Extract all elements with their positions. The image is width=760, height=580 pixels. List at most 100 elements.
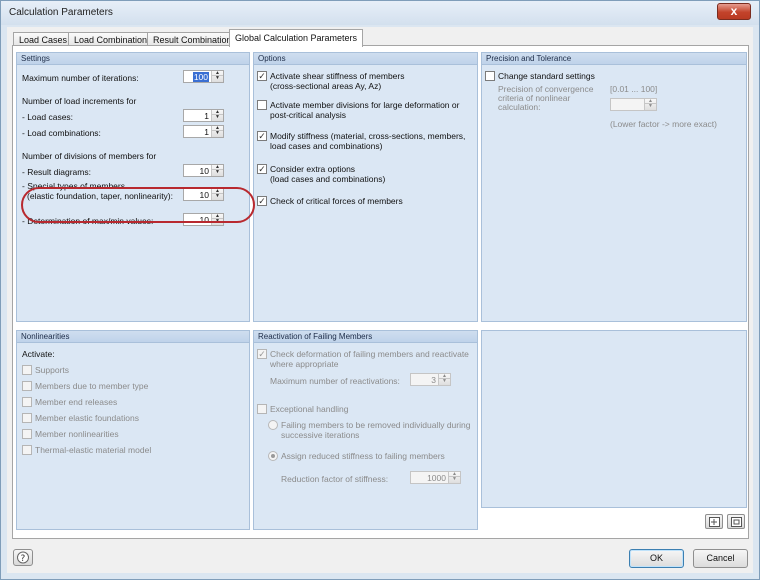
precision-range: [0.01 ... 100] <box>610 84 658 94</box>
precision-hint: (Lower factor -> more exact) <box>610 119 717 129</box>
extra-options-sublabel: (load cases and combinations) <box>270 174 386 184</box>
spin-down-icon[interactable]: ▼ <box>212 219 223 224</box>
spin-down-icon[interactable]: ▼ <box>449 477 460 482</box>
critical-forces-checkbox[interactable]: ✓ <box>257 196 267 206</box>
reactivation-panel: Reactivation of Failing Members ✓ Check … <box>253 330 478 530</box>
thermal-elastic-checkbox[interactable] <box>22 445 32 455</box>
load-cases-value: 1 <box>204 111 209 121</box>
maxmin-value: 10 <box>199 215 209 225</box>
import-icon <box>709 517 720 527</box>
member-divisions-checkbox[interactable] <box>257 100 267 110</box>
member-nonlinearities-label: Member nonlinearities <box>35 429 119 439</box>
reduction-factor-label: Reduction factor of stiffness: <box>281 474 389 484</box>
dialog-client: Load Cases Load Combinations Result Comb… <box>7 27 753 573</box>
precision-header: Precision and Tolerance <box>482 53 746 65</box>
special-types-sublabel: (elastic foundation, taper, nonlinearity… <box>27 191 174 201</box>
modify-stiffness-sublabel: load cases and combinations) <box>270 141 383 151</box>
spin-down-icon[interactable]: ▼ <box>439 379 450 384</box>
reduced-stiffness-radio[interactable] <box>268 451 278 461</box>
reduction-factor-value: 1000 <box>427 473 446 483</box>
title-bar[interactable]: Calculation Parameters x <box>1 1 759 25</box>
close-icon: x <box>730 4 738 18</box>
nonlinearities-panel: Nonlinearities Activate: Supports Member… <box>16 330 250 530</box>
spin-down-icon[interactable]: ▼ <box>212 115 223 120</box>
spin-down-icon[interactable]: ▼ <box>212 194 223 199</box>
member-divisions-label: Activate member divisions for large defo… <box>270 100 460 110</box>
change-standard-settings-checkbox[interactable] <box>485 71 495 81</box>
change-standard-settings-label: Change standard settings <box>498 71 595 81</box>
options-panel: Options ✓ Activate shear stiffness of me… <box>253 52 478 322</box>
max-reactivations-label: Maximum number of reactivations: <box>270 376 400 386</box>
svg-text:?: ? <box>21 554 26 564</box>
spin-down-icon[interactable]: ▼ <box>212 170 223 175</box>
activate-label: Activate: <box>22 349 55 359</box>
remove-individually-radio[interactable] <box>268 420 278 430</box>
close-button[interactable]: x <box>717 3 751 20</box>
spin-down-icon[interactable]: ▼ <box>212 76 223 81</box>
calculation-parameters-dialog: Calculation Parameters x Load Cases Load… <box>0 0 760 580</box>
check-deformation-checkbox[interactable]: ✓ <box>257 349 267 359</box>
supports-checkbox[interactable] <box>22 365 32 375</box>
help-button[interactable]: ? <box>13 549 33 566</box>
empty-info-panel <box>481 330 747 508</box>
shear-stiffness-sublabel: (cross-sectional areas Ay, Az) <box>270 81 382 91</box>
maxmin-spinner[interactable]: 10 ▲ ▼ <box>183 213 224 226</box>
max-iterations-value: 100 <box>192 72 209 82</box>
load-cases-spinner[interactable]: 1 ▲ ▼ <box>183 109 224 122</box>
critical-forces-label: Check of critical forces of members <box>270 196 403 206</box>
result-diagrams-label: - Result diagrams: <box>22 167 91 177</box>
exceptional-handling-checkbox[interactable] <box>257 404 267 414</box>
tab-panel: Settings Maximum number of iterations: 1… <box>12 45 749 539</box>
precision-panel: Precision and Tolerance Change standard … <box>481 52 747 322</box>
convergence-criteria-label-3: calculation: <box>498 102 541 112</box>
tab-global-calculation-parameters[interactable]: Global Calculation Parameters <box>229 29 364 47</box>
divisions-heading: Number of divisions of members for <box>22 151 157 161</box>
modify-stiffness-checkbox[interactable]: ✓ <box>257 131 267 141</box>
check-deformation-sublabel: where appropriate <box>270 359 339 369</box>
result-diagrams-spinner[interactable]: 10 ▲ ▼ <box>183 164 224 177</box>
exceptional-handling-label: Exceptional handling <box>270 404 349 414</box>
load-combinations-value: 1 <box>204 127 209 137</box>
precision-spinner[interactable]: ▲ ▼ <box>610 98 657 111</box>
maxmin-label: - Determination of max/min values: <box>22 216 154 226</box>
member-type-checkbox[interactable] <box>22 381 32 391</box>
end-releases-label: Member end releases <box>35 397 118 407</box>
remove-individually-label: Failing members to be removed individual… <box>281 420 471 430</box>
elastic-foundations-label: Member elastic foundations <box>35 413 139 423</box>
reduction-factor-spinner[interactable]: 1000 ▲ ▼ <box>410 471 461 484</box>
member-type-label: Members due to member type <box>35 381 149 391</box>
special-types-spinner[interactable]: 10 ▲ ▼ <box>183 188 224 201</box>
remove-individually-sublabel: successive iterations <box>281 430 360 440</box>
end-releases-checkbox[interactable] <box>22 397 32 407</box>
supports-label: Supports <box>35 365 70 375</box>
nonlinearities-header: Nonlinearities <box>17 331 249 343</box>
spin-down-icon[interactable]: ▼ <box>212 131 223 136</box>
special-types-label: - Special types of members <box>22 181 125 191</box>
help-icon: ? <box>17 551 29 564</box>
window-title: Calculation Parameters <box>9 7 113 18</box>
extra-options-label: Consider extra options <box>270 164 356 174</box>
check-deformation-label: Check deformation of failing members and… <box>270 349 469 359</box>
max-reactivations-value: 3 <box>431 375 436 385</box>
cancel-button[interactable]: Cancel <box>693 549 748 568</box>
load-combinations-label: - Load combinations: <box>22 128 101 138</box>
reduced-stiffness-label: Assign reduced stiffness to failing memb… <box>281 451 445 461</box>
member-nonlinearities-checkbox[interactable] <box>22 429 32 439</box>
export-button[interactable] <box>727 514 745 529</box>
special-types-value: 10 <box>199 190 209 200</box>
max-reactivations-spinner[interactable]: 3 ▲ ▼ <box>410 373 451 386</box>
shear-stiffness-label: Activate shear stiffness of members <box>270 71 405 81</box>
load-cases-label: - Load cases: <box>22 112 74 122</box>
extra-options-checkbox[interactable]: ✓ <box>257 164 267 174</box>
shear-stiffness-checkbox[interactable]: ✓ <box>257 71 267 81</box>
modify-stiffness-label: Modify stiffness (material, cross-sectio… <box>270 131 466 141</box>
spin-down-icon[interactable]: ▼ <box>645 104 656 109</box>
load-combinations-spinner[interactable]: 1 ▲ ▼ <box>183 125 224 138</box>
ok-button[interactable]: OK <box>629 549 684 568</box>
load-increments-heading: Number of load increments for <box>22 96 137 106</box>
max-iterations-spinner[interactable]: 100 ▲ ▼ <box>183 70 224 83</box>
member-divisions-sublabel: post-critical analysis <box>270 110 347 120</box>
export-icon <box>731 517 742 527</box>
elastic-foundations-checkbox[interactable] <box>22 413 32 423</box>
import-button[interactable] <box>705 514 723 529</box>
